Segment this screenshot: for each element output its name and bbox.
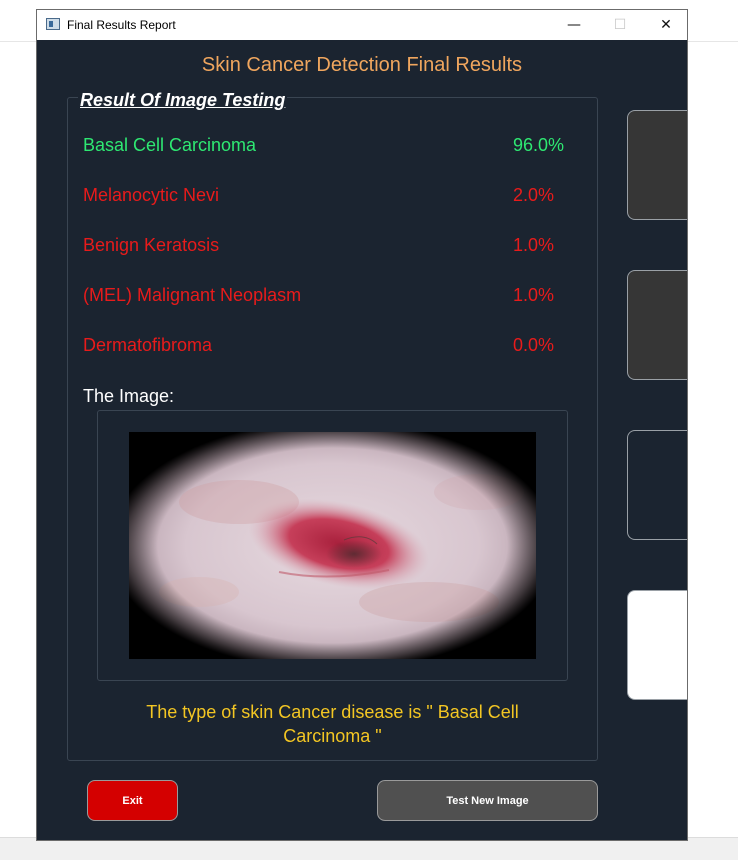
result-row-dermatofibroma: Dermatofibroma 0.0%: [83, 335, 573, 361]
close-button[interactable]: ✕: [643, 10, 689, 40]
result-percent: 96.0%: [513, 135, 565, 155]
minimize-button[interactable]: —: [551, 10, 597, 40]
conclusion-line-2: Carcinoma ": [283, 726, 382, 746]
window-title: Final Results Report: [67, 18, 176, 32]
image-label: The Image:: [83, 386, 175, 406]
dermoscopy-image: [129, 432, 536, 659]
result-name: Dermatofibroma: [83, 335, 213, 355]
result-percent: 2.0%: [513, 185, 555, 205]
result-name: Benign Keratosis: [83, 235, 220, 255]
app-icon: [46, 18, 60, 30]
page-title: Skin Cancer Detection Final Results: [201, 54, 523, 76]
conclusion-line-1: The type of skin Cancer disease is " Bas…: [146, 702, 519, 722]
maximize-button[interactable]: ☐: [597, 10, 643, 40]
side-panel-card: [627, 270, 687, 380]
report-window: Final Results Report — ☐ ✕ Skin Cancer D…: [36, 9, 688, 841]
result-percent: 0.0%: [513, 335, 555, 355]
result-row-benign-keratosis: Benign Keratosis 1.0%: [83, 235, 573, 261]
diagnosis-conclusion: The type of skin Cancer disease is " Bas…: [97, 700, 568, 748]
result-name: (MEL) Malignant Neoplasm: [83, 285, 302, 305]
result-row-basal-cell-carcinoma: Basal Cell Carcinoma 96.0%: [83, 135, 573, 161]
result-row-malignant-neoplasm: (MEL) Malignant Neoplasm 1.0%: [83, 285, 573, 311]
title-bar[interactable]: Final Results Report — ☐ ✕: [37, 10, 687, 40]
side-panel-card: [627, 590, 687, 700]
side-panel-card: [627, 110, 687, 220]
result-percent: 1.0%: [513, 285, 555, 305]
side-panel-card: [627, 430, 687, 540]
results-group-title: Result Of Image Testing: [78, 90, 288, 111]
exit-button[interactable]: Exit: [87, 780, 178, 821]
result-name: Basal Cell Carcinoma: [83, 135, 257, 155]
result-percent: 1.0%: [513, 235, 555, 255]
test-new-image-button[interactable]: Test New Image: [377, 780, 598, 821]
result-row-melanocytic-nevi: Melanocytic Nevi 2.0%: [83, 185, 573, 211]
result-name: Melanocytic Nevi: [83, 185, 220, 205]
